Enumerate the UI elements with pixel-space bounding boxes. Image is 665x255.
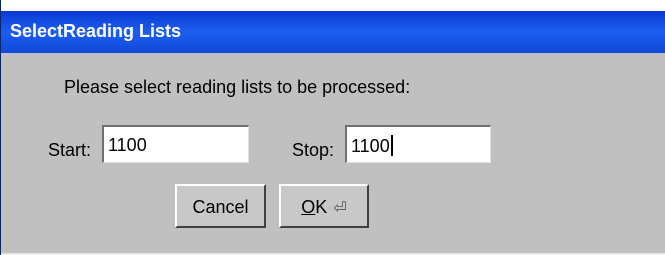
stop-input[interactable]: 1100 <box>345 125 491 163</box>
start-input[interactable]: 1100 <box>102 125 249 163</box>
start-value: 1100 <box>108 135 147 155</box>
stop-label: Stop: <box>292 140 335 160</box>
cancel-button-label: Cancel <box>192 197 249 217</box>
ok-label-rest: K <box>315 197 328 217</box>
prompt-text: Please select reading lists to be proces… <box>64 77 411 97</box>
stop-value: 1100 <box>351 136 390 156</box>
dialog-body: Please select reading lists to be proces… <box>1 53 665 255</box>
cancel-button[interactable]: Cancel <box>175 184 266 228</box>
ok-mnemonic: O <box>301 197 316 217</box>
dialog-top-margin <box>1 0 665 11</box>
start-label: Start: <box>48 140 92 160</box>
ok-button[interactable]: OK ⏎ <box>279 184 369 228</box>
select-reading-lists-dialog: SelectReading Lists Please select readin… <box>0 0 665 255</box>
title-bar[interactable]: SelectReading Lists <box>1 11 665 53</box>
text-caret <box>390 135 393 156</box>
enter-icon: ⏎ <box>333 200 347 217</box>
ok-button-label: OK ⏎ <box>301 197 346 217</box>
window-title: SelectReading Lists <box>10 21 182 41</box>
